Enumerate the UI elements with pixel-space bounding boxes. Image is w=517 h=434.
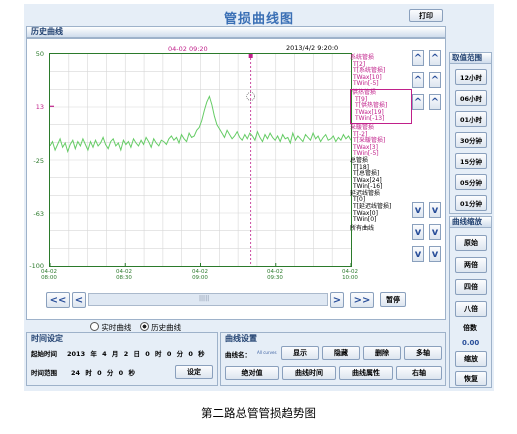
axis-up-arrow[interactable]: ^: [429, 94, 441, 110]
y-tick-label: 13: [35, 103, 44, 111]
zoom-apply-button[interactable]: 缩放: [455, 351, 487, 367]
zoom-8x-button[interactable]: 八倍: [455, 301, 487, 317]
legend-group[interactable]: 采暖管损 T[-2] T[采暖管损] TWax[3] TWin[-5]: [350, 124, 412, 158]
legend-all-curves[interactable]: 所有曲线: [350, 225, 412, 233]
curve-settings-panel: 曲线设置 曲线名： All curves 显示 隐藏 删除 多轴 绝对值 曲线时…: [220, 332, 446, 386]
cursor-time-label: 04-02 09:20: [168, 45, 208, 53]
absolute-value-button[interactable]: 绝对值: [225, 366, 279, 380]
zoom-restore-button[interactable]: 恢复: [455, 371, 487, 386]
zoom-original-button[interactable]: 原始: [455, 235, 487, 251]
history-panel-title: 历史曲线: [31, 27, 63, 36]
delete-curve-button[interactable]: 删除: [363, 346, 401, 360]
x-tick-label: 04-02 10:00: [342, 269, 358, 281]
range-option-button[interactable]: 30分钟: [455, 132, 487, 148]
axis-down-arrow[interactable]: v: [412, 224, 424, 240]
axis-up-arrow[interactable]: ^: [412, 50, 424, 66]
current-time-label: 2013/4/2 9:20:0: [286, 44, 339, 52]
hide-curve-button[interactable]: 隐藏: [322, 346, 360, 360]
range-option-button[interactable]: 01分钟: [455, 195, 487, 211]
set-time-button[interactable]: 设定: [175, 365, 213, 379]
cursor-marker: [248, 54, 253, 58]
legend-group[interactable]: 总管损 T[18] T[总管损] TWax[24] TWin[-16]: [350, 157, 412, 191]
realtime-label[interactable]: 实时曲线: [101, 323, 131, 332]
history-radio[interactable]: [139, 322, 149, 331]
navigation-bar: << < ||||| > >> 暂停: [46, 292, 426, 310]
zoom-4x-button[interactable]: 四倍: [455, 279, 487, 295]
legend-panel: 系统管损 T[2] T[系统管损] TWax[10] TWin[-5] 供热管损 T[9] T…: [350, 54, 412, 265]
next-page-button[interactable]: >: [330, 292, 344, 308]
curve-settings-title: 曲线设置: [225, 334, 257, 343]
axis-down-arrow[interactable]: v: [429, 224, 441, 240]
axis-up-arrow[interactable]: ^: [412, 94, 424, 110]
history-label[interactable]: 历史曲线: [151, 323, 181, 332]
time-range-values[interactable]: 24 时 0 分 0 秒: [71, 367, 135, 377]
x-tick-label: 04-02 09:30: [267, 269, 283, 281]
pause-button[interactable]: 暂停: [380, 292, 406, 307]
legend-group[interactable]: 系统管损 T[2] T[系统管损] TWax[10] TWin[-5]: [350, 54, 412, 88]
axis-down-arrow[interactable]: v: [412, 202, 424, 218]
curve-name-value[interactable]: All curves: [257, 350, 277, 355]
x-tick-label: 04-02 09:00: [192, 269, 208, 281]
zoom-factor-label: 倍数: [463, 324, 477, 332]
print-button[interactable]: 打印: [409, 9, 443, 22]
start-time-label: 起始时间: [31, 350, 57, 358]
axis-up-arrow[interactable]: ^: [429, 72, 441, 88]
range-panel-title: 取值范围: [449, 52, 492, 64]
range-option-button[interactable]: 05分钟: [455, 174, 487, 190]
trend-chart-svg: [50, 54, 351, 266]
time-scrollbar-track[interactable]: |||||: [88, 293, 328, 306]
y-tick-label: -63: [33, 210, 44, 218]
legend-value-line: TWin[-5]: [353, 80, 379, 88]
zoom-2x-button[interactable]: 两倍: [455, 257, 487, 273]
zoom-factor-value: 0.00: [462, 339, 480, 347]
plot-area[interactable]: [49, 53, 352, 267]
axis-down-arrow[interactable]: v: [412, 246, 424, 262]
realtime-radio[interactable]: [90, 322, 99, 331]
curve-time-button[interactable]: 曲线时间: [282, 366, 336, 380]
app-window: 管损曲线图 打印 历史曲线 04-02 09:20 2013/4/2 9:20:…: [24, 4, 494, 391]
curve-properties-button[interactable]: 曲线属性: [339, 366, 393, 380]
legend-value-line: TWin[0]: [353, 216, 377, 224]
range-panel: 取值范围 12小时 06小时 01小时 30分钟 15分钟 05分钟 01分钟: [449, 52, 492, 214]
x-tick-label: 04-02 08:30: [116, 269, 132, 281]
legend-group[interactable]: 供热管损 T[9] T[供热管损] TWax[19] TWin[-13]: [350, 88, 412, 124]
time-settings-title: 时间设定: [31, 334, 63, 343]
zoom-panel-title: 曲线缩放: [449, 216, 492, 228]
zoom-panel: 曲线缩放 原始 两倍 四倍 八倍 倍数 0.00 缩放 恢复: [449, 216, 492, 388]
range-option-button[interactable]: 15分钟: [455, 153, 487, 169]
axis-adjust-arrows: ^ ^ ^ ^ ^ ^ v v v v v v: [412, 50, 442, 270]
time-range-label: 时间范围: [31, 369, 57, 377]
y-tick-label: -25: [33, 157, 44, 165]
time-settings-panel: 时间设定 起始时间 2013 年 4 月 2 日 0 时 0 分 0 秒 时间范…: [26, 332, 218, 386]
first-page-button[interactable]: <<: [46, 292, 70, 308]
legend-value-line: TWin[-13]: [355, 115, 385, 123]
curve-name-label: 曲线名：: [225, 351, 251, 359]
range-option-button[interactable]: 01小时: [455, 111, 487, 127]
legend-group[interactable]: 延迟线管损 T[0] T[延迟线管损] TWax[0] TWin[0]: [350, 190, 412, 224]
last-page-button[interactable]: >>: [350, 292, 374, 308]
start-time-values[interactable]: 2013 年 4 月 2 日 0 时 0 分 0 秒: [67, 348, 205, 358]
x-tick-label: 04-02 08:00: [41, 269, 57, 281]
axis-up-arrow[interactable]: ^: [429, 50, 441, 66]
history-panel-header: 历史曲线: [26, 26, 446, 38]
right-axis-button[interactable]: 右轴: [396, 366, 442, 380]
multi-axis-button[interactable]: 多轴: [404, 346, 442, 360]
y-tick-label: 50: [35, 50, 44, 58]
axis-down-arrow[interactable]: v: [429, 202, 441, 218]
show-curve-button[interactable]: 显示: [281, 346, 319, 360]
range-option-button[interactable]: 12小时: [455, 69, 487, 85]
axis-up-arrow[interactable]: ^: [412, 72, 424, 88]
scrollbar-grip[interactable]: |||||: [199, 295, 209, 302]
prev-page-button[interactable]: <: [72, 292, 86, 308]
range-option-button[interactable]: 06小时: [455, 90, 487, 106]
axis-down-arrow[interactable]: v: [429, 246, 441, 262]
figure-caption: 第二路总管管损趋势图: [201, 406, 316, 420]
